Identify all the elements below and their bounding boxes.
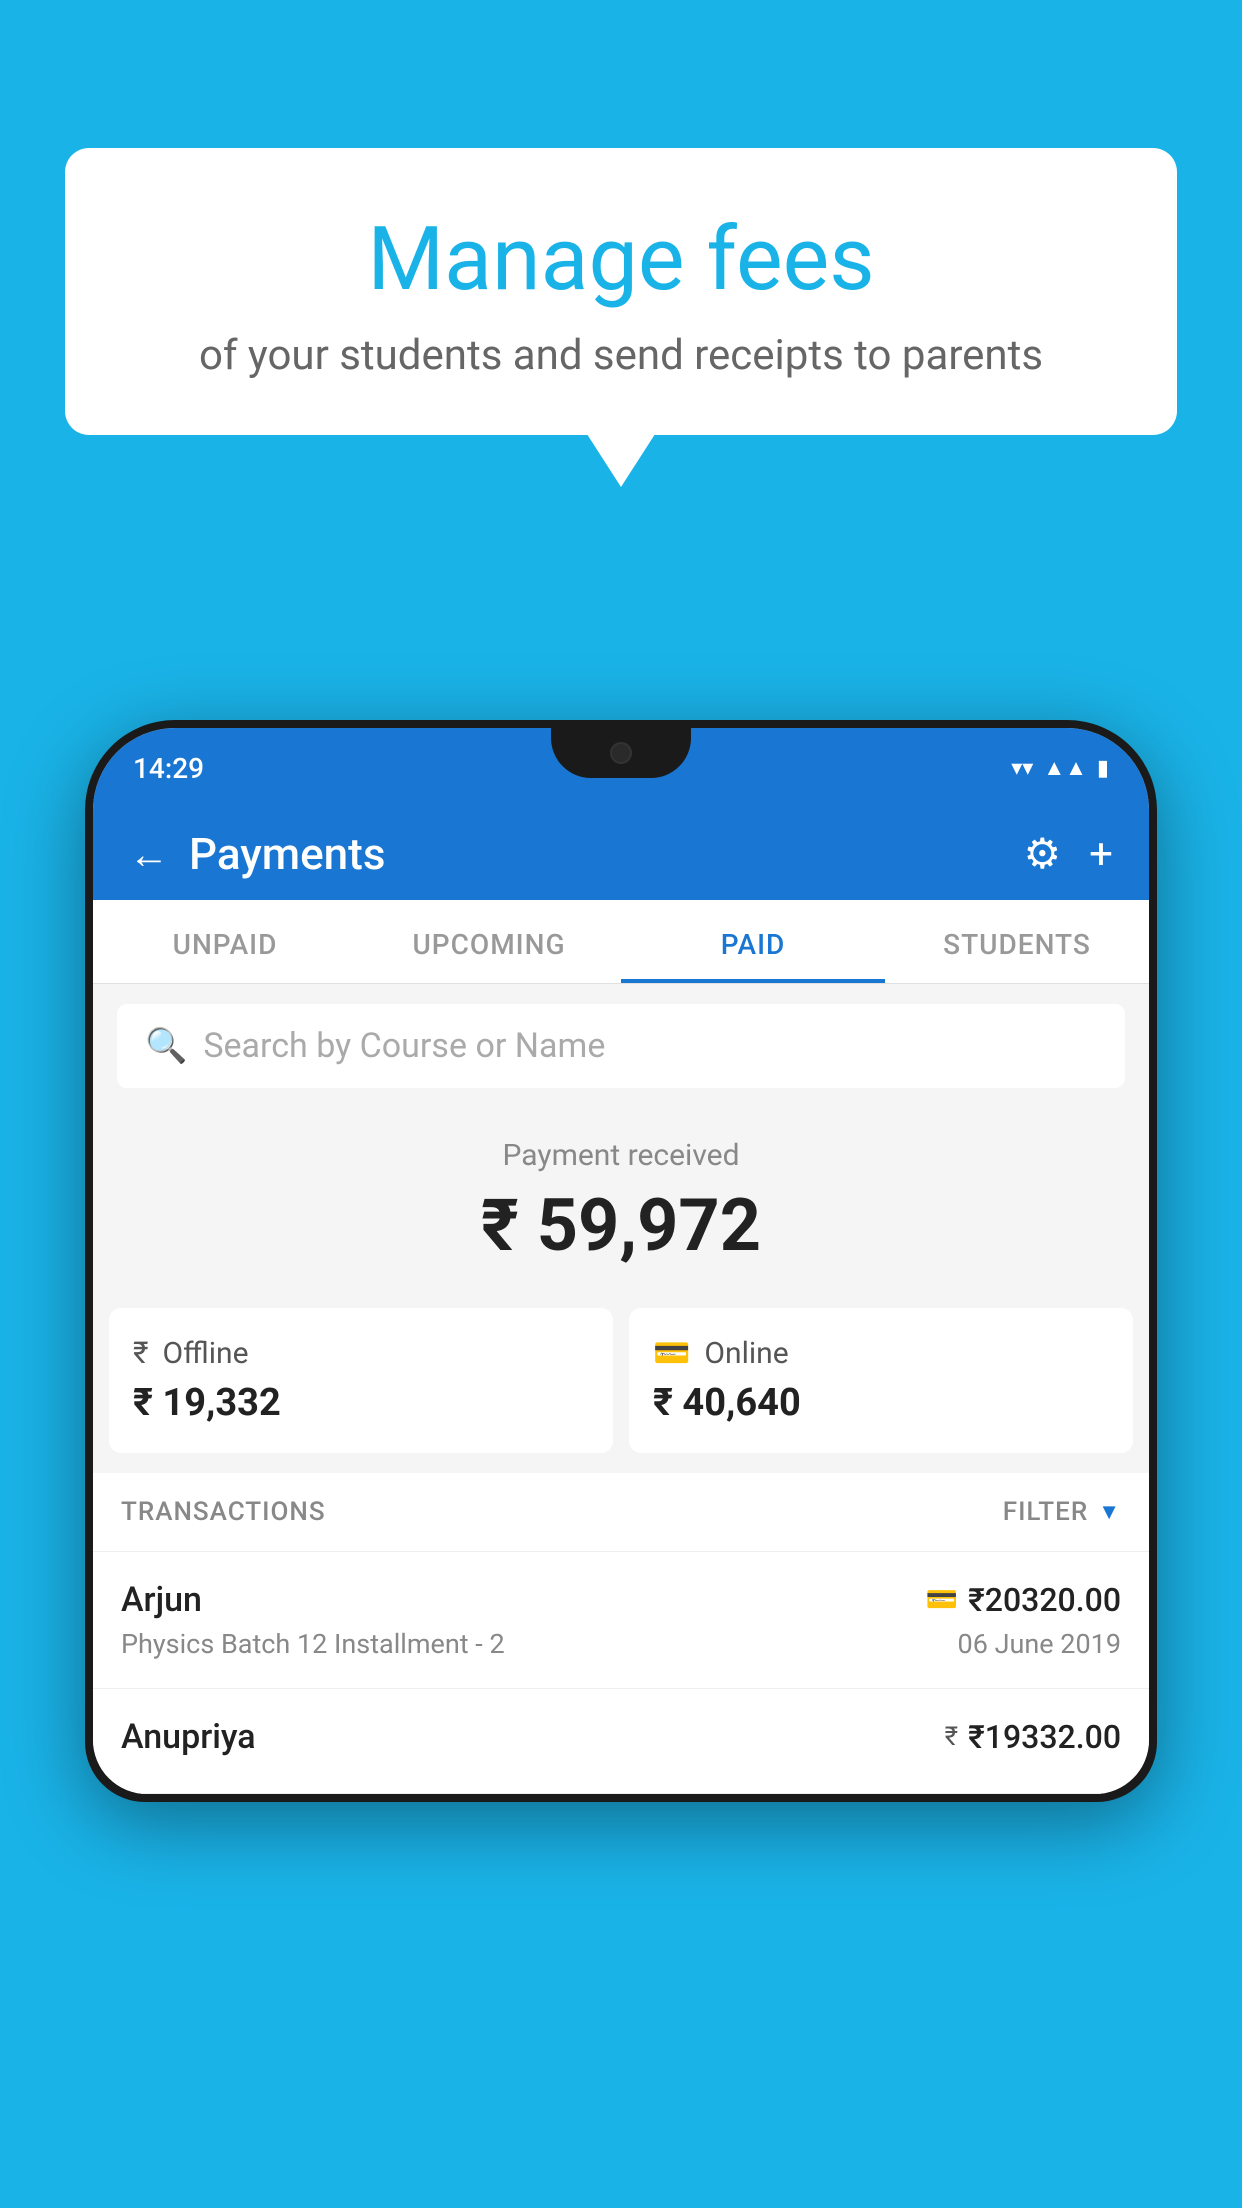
tab-unpaid[interactable]: UNPAID xyxy=(93,900,357,983)
transaction-amount: ₹20320.00 xyxy=(968,1581,1121,1619)
tab-paid[interactable]: PAID xyxy=(621,900,885,983)
search-input[interactable]: Search by Course or Name xyxy=(203,1026,605,1066)
payment-cards: ₹ Offline ₹ 19,332 💳 Online ₹ 40,640 xyxy=(93,1308,1149,1473)
settings-icon[interactable]: ⚙ xyxy=(1024,829,1062,879)
status-icons: ▾▾ ▲▲ ▮ xyxy=(1011,755,1109,781)
manage-fees-subtitle: of your students and send receipts to pa… xyxy=(105,331,1137,380)
table-row[interactable]: Anupriya ₹ ₹19332.00 xyxy=(93,1689,1149,1794)
add-icon[interactable]: + xyxy=(1089,830,1113,879)
cash-payment-icon: ₹ xyxy=(945,1722,958,1752)
transactions-label: TRANSACTIONS xyxy=(121,1497,326,1527)
transaction-date: 06 June 2019 xyxy=(958,1628,1121,1660)
payment-received-label: Payment received xyxy=(113,1138,1129,1173)
offline-label: Offline xyxy=(163,1336,249,1371)
search-icon: 🔍 xyxy=(145,1026,187,1066)
transaction-amount: ₹19332.00 xyxy=(968,1718,1121,1756)
status-bar: 14:29 ▾▾ ▲▲ ▮ xyxy=(93,728,1149,808)
online-amount: ₹ 40,640 xyxy=(653,1381,1109,1425)
filter-button[interactable]: FILTER ▼ xyxy=(1003,1497,1121,1527)
phone-mockup: 14:29 ▾▾ ▲▲ ▮ ← Payments xyxy=(85,720,1157,2208)
search-container: 🔍 Search by Course or Name xyxy=(93,984,1149,1108)
card-payment-icon: 💳 xyxy=(926,1585,958,1615)
course-info: Physics Batch 12 Installment - 2 xyxy=(121,1628,505,1660)
filter-label: FILTER xyxy=(1003,1497,1088,1527)
back-button[interactable]: ← xyxy=(129,831,169,878)
card-icon: 💳 xyxy=(653,1336,690,1371)
payment-received-section: Payment received ₹ 59,972 xyxy=(93,1108,1149,1308)
offline-amount: ₹ 19,332 xyxy=(133,1381,589,1425)
camera xyxy=(610,742,632,764)
app-header: ← Payments ⚙ + xyxy=(93,808,1149,900)
wifi-icon: ▾▾ xyxy=(1011,756,1033,781)
student-name: Anupriya xyxy=(121,1717,256,1757)
online-card: 💳 Online ₹ 40,640 xyxy=(629,1308,1133,1453)
offline-card: ₹ Offline ₹ 19,332 xyxy=(109,1308,613,1453)
student-name: Arjun xyxy=(121,1580,202,1620)
status-time: 14:29 xyxy=(133,752,204,785)
online-label: Online xyxy=(704,1336,788,1371)
filter-icon: ▼ xyxy=(1098,1499,1121,1525)
payment-received-amount: ₹ 59,972 xyxy=(113,1183,1129,1268)
tab-upcoming[interactable]: UPCOMING xyxy=(357,900,621,983)
search-box[interactable]: 🔍 Search by Course or Name xyxy=(117,1004,1125,1088)
page-title: Payments xyxy=(189,828,385,880)
transactions-header: TRANSACTIONS FILTER ▼ xyxy=(93,1473,1149,1552)
notch xyxy=(551,728,691,778)
battery-icon: ▮ xyxy=(1097,756,1109,781)
speech-bubble: Manage fees of your students and send re… xyxy=(65,148,1177,435)
signal-icon: ▲▲ xyxy=(1043,755,1087,781)
cash-icon: ₹ xyxy=(133,1336,149,1371)
manage-fees-title: Manage fees xyxy=(105,208,1137,311)
table-row[interactable]: Arjun 💳 ₹20320.00 Physics Batch 12 Insta… xyxy=(93,1552,1149,1689)
tabs-bar: UNPAID UPCOMING PAID STUDENTS xyxy=(93,900,1149,984)
tab-students[interactable]: STUDENTS xyxy=(885,900,1149,983)
